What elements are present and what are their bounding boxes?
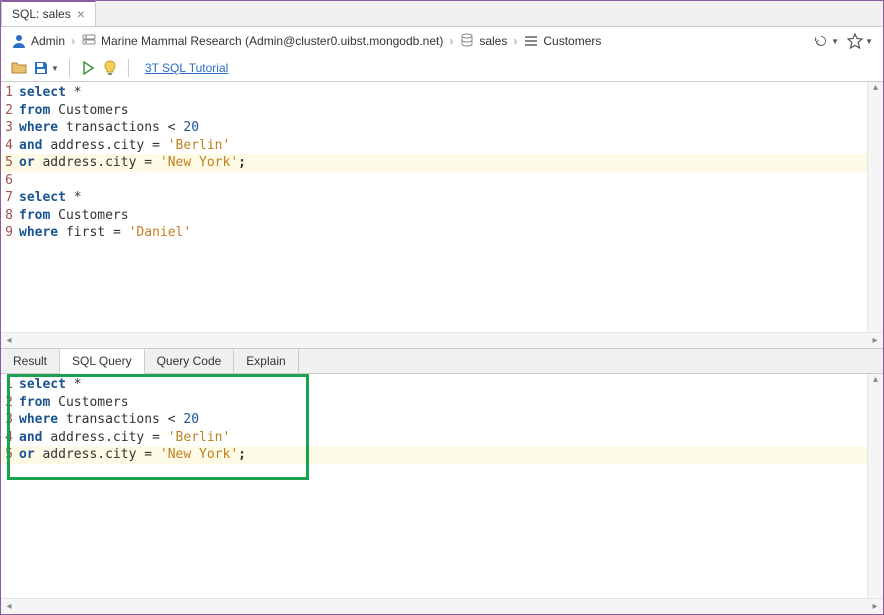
line-number: 5 bbox=[1, 154, 19, 172]
result-tab-sql-query[interactable]: SQL Query bbox=[60, 349, 145, 374]
code-line: 1select * bbox=[1, 376, 883, 394]
line-number: 4 bbox=[1, 429, 19, 447]
scroll-up-icon: ▴ bbox=[873, 82, 878, 93]
separator bbox=[128, 59, 129, 77]
crumb-connection[interactable]: Marine Mammal Research (Admin@cluster0.u… bbox=[81, 33, 443, 49]
star-icon bbox=[847, 33, 863, 49]
code-line: 1select * bbox=[1, 84, 883, 102]
code-line: 3where transactions < 20 bbox=[1, 411, 883, 429]
code-line: 5or address.city = 'New York'; bbox=[1, 446, 883, 464]
tab-sql-sales[interactable]: SQL: sales × bbox=[1, 0, 96, 26]
toolbar: ▼ 3T SQL Tutorial bbox=[1, 55, 883, 82]
line-number: 6 bbox=[1, 172, 19, 190]
run-button[interactable] bbox=[80, 60, 96, 76]
code-text: from Customers bbox=[19, 102, 883, 120]
open-button[interactable] bbox=[11, 60, 27, 76]
code-text: where first = 'Daniel' bbox=[19, 224, 883, 242]
line-number: 1 bbox=[1, 376, 19, 394]
code-text: or address.city = 'New York'; bbox=[19, 154, 883, 172]
save-button[interactable]: ▼ bbox=[33, 60, 59, 76]
result-sql-viewer[interactable]: 1select *2from Customers3where transacti… bbox=[1, 374, 883, 598]
separator bbox=[69, 59, 70, 77]
code-line: 4and address.city = 'Berlin' bbox=[1, 137, 883, 155]
code-text: and address.city = 'Berlin' bbox=[19, 429, 883, 447]
code-line: 8from Customers bbox=[1, 207, 883, 225]
favorite-button[interactable]: ▼ bbox=[847, 33, 873, 49]
chevron-down-icon: ▼ bbox=[51, 64, 59, 73]
result-tab-result[interactable]: Result bbox=[1, 349, 60, 373]
code-text: select * bbox=[19, 376, 883, 394]
line-number: 4 bbox=[1, 137, 19, 155]
user-icon bbox=[11, 33, 27, 49]
vertical-scrollbar[interactable]: ▴ bbox=[867, 82, 883, 332]
line-number: 7 bbox=[1, 189, 19, 207]
line-number: 5 bbox=[1, 446, 19, 464]
code-line: 9where first = 'Daniel' bbox=[1, 224, 883, 242]
code-text: where transactions < 20 bbox=[19, 119, 883, 137]
code-line: 6 bbox=[1, 172, 883, 190]
line-number: 8 bbox=[1, 207, 19, 225]
chevron-down-icon: ▼ bbox=[831, 37, 839, 46]
result-tab-explain[interactable]: Explain bbox=[234, 349, 298, 373]
code-text: select * bbox=[19, 84, 883, 102]
close-icon[interactable]: × bbox=[77, 7, 85, 21]
line-number: 9 bbox=[1, 224, 19, 242]
code-text bbox=[19, 172, 883, 190]
line-number: 2 bbox=[1, 102, 19, 120]
tab-label: SQL: sales bbox=[12, 7, 71, 21]
line-number: 2 bbox=[1, 394, 19, 412]
chevron-right-icon: › bbox=[71, 34, 75, 48]
history-icon bbox=[813, 33, 829, 49]
code-text: from Customers bbox=[19, 394, 883, 412]
crumb-collection[interactable]: Customers bbox=[523, 33, 601, 49]
scroll-left-icon: ◂ bbox=[1, 335, 17, 346]
code-line: 5or address.city = 'New York'; bbox=[1, 154, 883, 172]
editor-pane: 1select *2from Customers3where transacti… bbox=[1, 82, 883, 349]
app-window: SQL: sales × Admin › Marine Mammal Resea… bbox=[0, 0, 884, 615]
scroll-up-icon: ▴ bbox=[873, 374, 878, 385]
code-line: 2from Customers bbox=[1, 102, 883, 120]
line-number: 3 bbox=[1, 411, 19, 429]
line-number: 1 bbox=[1, 84, 19, 102]
code-text: select * bbox=[19, 189, 883, 207]
lightbulb-icon bbox=[102, 60, 118, 76]
code-text: and address.city = 'Berlin' bbox=[19, 137, 883, 155]
server-icon bbox=[81, 33, 97, 49]
collection-icon bbox=[523, 33, 539, 49]
breadcrumb-actions: ▼ ▼ bbox=[813, 33, 873, 49]
chevron-right-icon: › bbox=[513, 34, 517, 48]
tutorial-link[interactable]: 3T SQL Tutorial bbox=[145, 61, 228, 75]
code-text: where transactions < 20 bbox=[19, 411, 883, 429]
save-icon bbox=[33, 60, 49, 76]
play-icon bbox=[80, 60, 96, 76]
scroll-right-icon: ▸ bbox=[867, 335, 883, 346]
hint-button[interactable] bbox=[102, 60, 118, 76]
code-text: or address.city = 'New York'; bbox=[19, 446, 883, 464]
horizontal-scrollbar[interactable]: ◂ ▸ bbox=[1, 332, 883, 348]
breadcrumb: Admin › Marine Mammal Research (Admin@cl… bbox=[11, 33, 809, 49]
breadcrumb-bar: Admin › Marine Mammal Research (Admin@cl… bbox=[1, 27, 883, 55]
scroll-left-icon: ◂ bbox=[1, 601, 17, 612]
result-tab-query-code[interactable]: Query Code bbox=[145, 349, 235, 373]
crumb-user[interactable]: Admin bbox=[11, 33, 65, 49]
editor-tabbar: SQL: sales × bbox=[1, 1, 883, 27]
result-pane: 1select *2from Customers3where transacti… bbox=[1, 374, 883, 614]
database-icon bbox=[459, 33, 475, 49]
results-tabbar: ResultSQL QueryQuery CodeExplain bbox=[1, 349, 883, 374]
line-number: 3 bbox=[1, 119, 19, 137]
history-button[interactable]: ▼ bbox=[813, 33, 839, 49]
code-line: 4and address.city = 'Berlin' bbox=[1, 429, 883, 447]
scroll-right-icon: ▸ bbox=[867, 601, 883, 612]
folder-open-icon bbox=[11, 60, 27, 76]
code-line: 3where transactions < 20 bbox=[1, 119, 883, 137]
crumb-database[interactable]: sales bbox=[459, 33, 507, 49]
chevron-down-icon: ▼ bbox=[865, 37, 873, 46]
vertical-scrollbar[interactable]: ▴ bbox=[867, 374, 883, 598]
chevron-right-icon: › bbox=[449, 34, 453, 48]
horizontal-scrollbar[interactable]: ◂ ▸ bbox=[1, 598, 883, 614]
code-line: 7select * bbox=[1, 189, 883, 207]
code-line: 2from Customers bbox=[1, 394, 883, 412]
code-text: from Customers bbox=[19, 207, 883, 225]
sql-editor[interactable]: 1select *2from Customers3where transacti… bbox=[1, 82, 883, 332]
